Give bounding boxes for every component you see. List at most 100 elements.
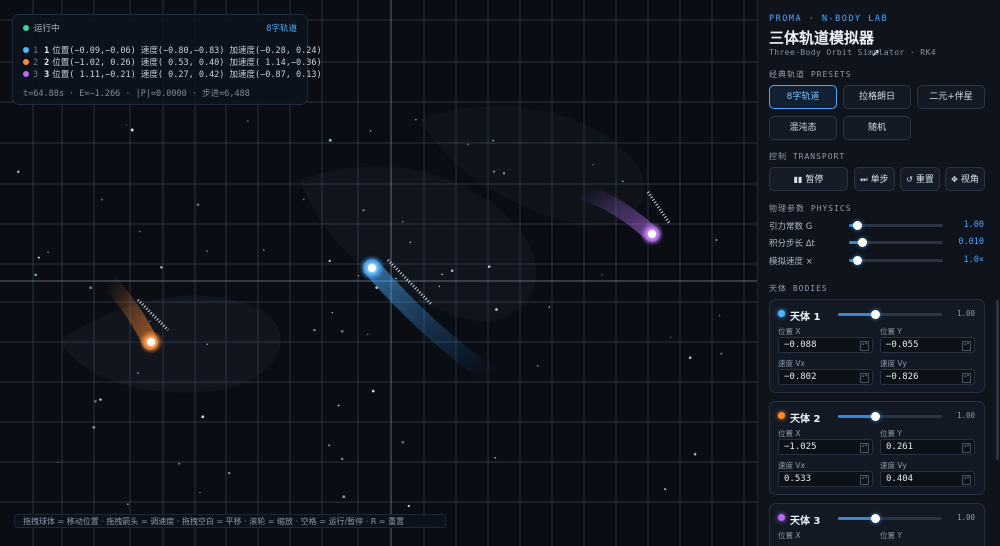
sim-speed-slider[interactable] xyxy=(849,256,943,265)
mouse-cursor-icon: ➚ xyxy=(872,46,880,60)
star xyxy=(37,256,40,259)
star xyxy=(100,198,104,201)
mass-slider[interactable] xyxy=(838,514,942,523)
star xyxy=(467,143,469,146)
panel-scrollbar[interactable] xyxy=(996,300,999,460)
body-readout: 位置(−0.09,−0.06) 速度(−0.80,−0.83) 加速度(−0.2… xyxy=(52,46,322,56)
star xyxy=(99,398,102,401)
view-move-icon: ✥ xyxy=(951,175,958,184)
view-button[interactable]: ✥ 视角 xyxy=(945,167,985,191)
body-readout: 位置(−1.02, 0.26) 速度( 0.53, 0.40) 加速度( 1.1… xyxy=(52,58,322,68)
gravity-constant-slider[interactable] xyxy=(849,221,943,230)
star xyxy=(495,308,498,311)
body-2-card: 天体 2 1.00 位置 X 位置 Y −1.025 ▴▾ 0.261 ▴▾ 速度 … xyxy=(769,401,985,495)
pos-x-label: 位置 X xyxy=(778,429,801,438)
vel-y-input[interactable]: −0.826 ▴▾ xyxy=(880,369,975,385)
vel-x-input[interactable]: −0.802 ▴▾ xyxy=(778,369,873,385)
body-name: 天体 3 xyxy=(790,516,821,527)
reset-icon: ↺ xyxy=(906,175,913,184)
star xyxy=(199,491,201,494)
star xyxy=(401,440,405,444)
spinner-icon[interactable]: ▴▾ xyxy=(962,341,971,351)
slider-knob[interactable] xyxy=(853,256,862,265)
pause-button[interactable]: ▮▮ 暂停 xyxy=(769,167,848,191)
page-title: 三体轨道模拟器 xyxy=(769,29,875,47)
vel-y-label: 速度 Vy xyxy=(880,461,907,470)
sim-speed-value: 1.0× xyxy=(963,255,984,265)
star xyxy=(34,273,37,277)
vel-y-input[interactable]: 0.404 ▴▾ xyxy=(880,471,975,487)
star xyxy=(139,230,141,233)
spinner-icon[interactable]: ▴▾ xyxy=(962,373,971,383)
vel-x-label: 速度 Vx xyxy=(778,461,805,470)
vel-x-input[interactable]: 0.533 ▴▾ xyxy=(778,471,873,487)
star xyxy=(342,495,346,499)
vel-x-label: 速度 Vx xyxy=(778,359,805,368)
star xyxy=(126,503,129,506)
star xyxy=(340,329,344,333)
slider-knob[interactable] xyxy=(858,238,867,247)
simulation-stats: t=64.88s · E=−1.266 · |P|=0.0000 · 步进=6,… xyxy=(23,89,250,99)
spinner-icon[interactable]: ▴▾ xyxy=(860,341,869,351)
star xyxy=(357,275,360,277)
slider-knob[interactable] xyxy=(871,310,880,319)
pos-x-input[interactable]: −0.088 ▴▾ xyxy=(778,337,873,353)
star xyxy=(487,265,491,268)
preset-binary-companion-button[interactable]: 二元+伴星 xyxy=(917,85,985,109)
star xyxy=(715,239,718,241)
step-button[interactable]: ⏭ 单步 xyxy=(854,167,895,191)
star xyxy=(263,249,265,251)
gravity-constant-value: 1.00 xyxy=(963,220,984,230)
transport-label: 控制 TRANSPORT xyxy=(769,152,846,161)
body-1-card: 天体 1 1.00 位置 X 位置 Y −0.088 ▴▾ −0.055 ▴▾ 速度… xyxy=(769,299,985,393)
star xyxy=(367,333,369,335)
spinner-icon[interactable]: ▴▾ xyxy=(962,475,971,485)
spinner-icon[interactable]: ▴▾ xyxy=(860,373,869,383)
brand: PROMA · N-BODY LAB xyxy=(769,14,889,24)
mass-value: 1.00 xyxy=(956,309,975,318)
spinner-icon[interactable]: ▴▾ xyxy=(962,443,971,453)
pos-x-input[interactable]: −1.025 ▴▾ xyxy=(778,439,873,455)
body-name: 天体 1 xyxy=(790,312,821,323)
slider-knob[interactable] xyxy=(871,412,880,421)
star xyxy=(371,389,375,393)
physics-label: 物理参数 PHYSICS xyxy=(769,204,852,213)
time-step-slider[interactable] xyxy=(849,238,943,247)
body-3-sphere[interactable] xyxy=(640,222,664,246)
star xyxy=(369,129,372,132)
body-color-dot-icon xyxy=(23,47,29,53)
star xyxy=(92,425,96,429)
spinner-icon[interactable]: ▴▾ xyxy=(860,443,869,453)
body-1-sphere[interactable] xyxy=(359,255,385,281)
star xyxy=(337,404,340,407)
body-color-dot-icon xyxy=(778,310,785,317)
slider-knob[interactable] xyxy=(871,514,880,523)
vel-y-label: 速度 Vy xyxy=(880,359,907,368)
star xyxy=(328,444,331,447)
spinner-icon[interactable]: ▴▾ xyxy=(860,475,869,485)
preset-figure-eight-button[interactable]: 8字轨道 xyxy=(769,85,837,109)
reset-button[interactable]: ↺ 重置 xyxy=(900,167,940,191)
pos-y-label: 位置 Y xyxy=(880,327,902,336)
hud-body-row: 2 2 位置(−1.02, 0.26) 速度( 0.53, 0.40) 加速度( 1… xyxy=(23,56,322,68)
preset-chaos-button[interactable]: 混沌态 xyxy=(769,116,837,140)
mass-slider[interactable] xyxy=(838,412,942,421)
preset-lagrange-button[interactable]: 拉格朗日 xyxy=(843,85,911,109)
body-color-dot-icon xyxy=(23,59,29,65)
time-step-label: 积分步长 Δt xyxy=(769,239,815,249)
body-3-velocity-arrow xyxy=(646,191,672,225)
star xyxy=(688,356,692,360)
star xyxy=(664,488,667,491)
mass-slider[interactable] xyxy=(838,310,942,319)
slider-knob[interactable] xyxy=(853,221,862,230)
preset-random-button[interactable]: 随机 xyxy=(843,116,911,140)
body-2-sphere[interactable] xyxy=(139,330,163,354)
keyboard-hints: 拖拽球体 = 移动位置 · 拖拽箭头 = 调速度 · 拖拽空白 = 平移 · 滚… xyxy=(14,514,446,528)
hud-body-row: 3 3 位置( 1.11,−0.21) 速度( 0.27, 0.42) 加速度(−0… xyxy=(23,68,322,80)
simulation-canvas[interactable]: 运行中 8字轨道 1 1 位置(−0.09,−0.06) 速度(−0.80,−0.8… xyxy=(0,0,757,546)
star xyxy=(206,343,209,345)
pos-y-input[interactable]: 0.261 ▴▾ xyxy=(880,439,975,455)
star xyxy=(227,471,231,475)
star xyxy=(160,266,163,269)
pos-y-input[interactable]: −0.055 ▴▾ xyxy=(880,337,975,353)
